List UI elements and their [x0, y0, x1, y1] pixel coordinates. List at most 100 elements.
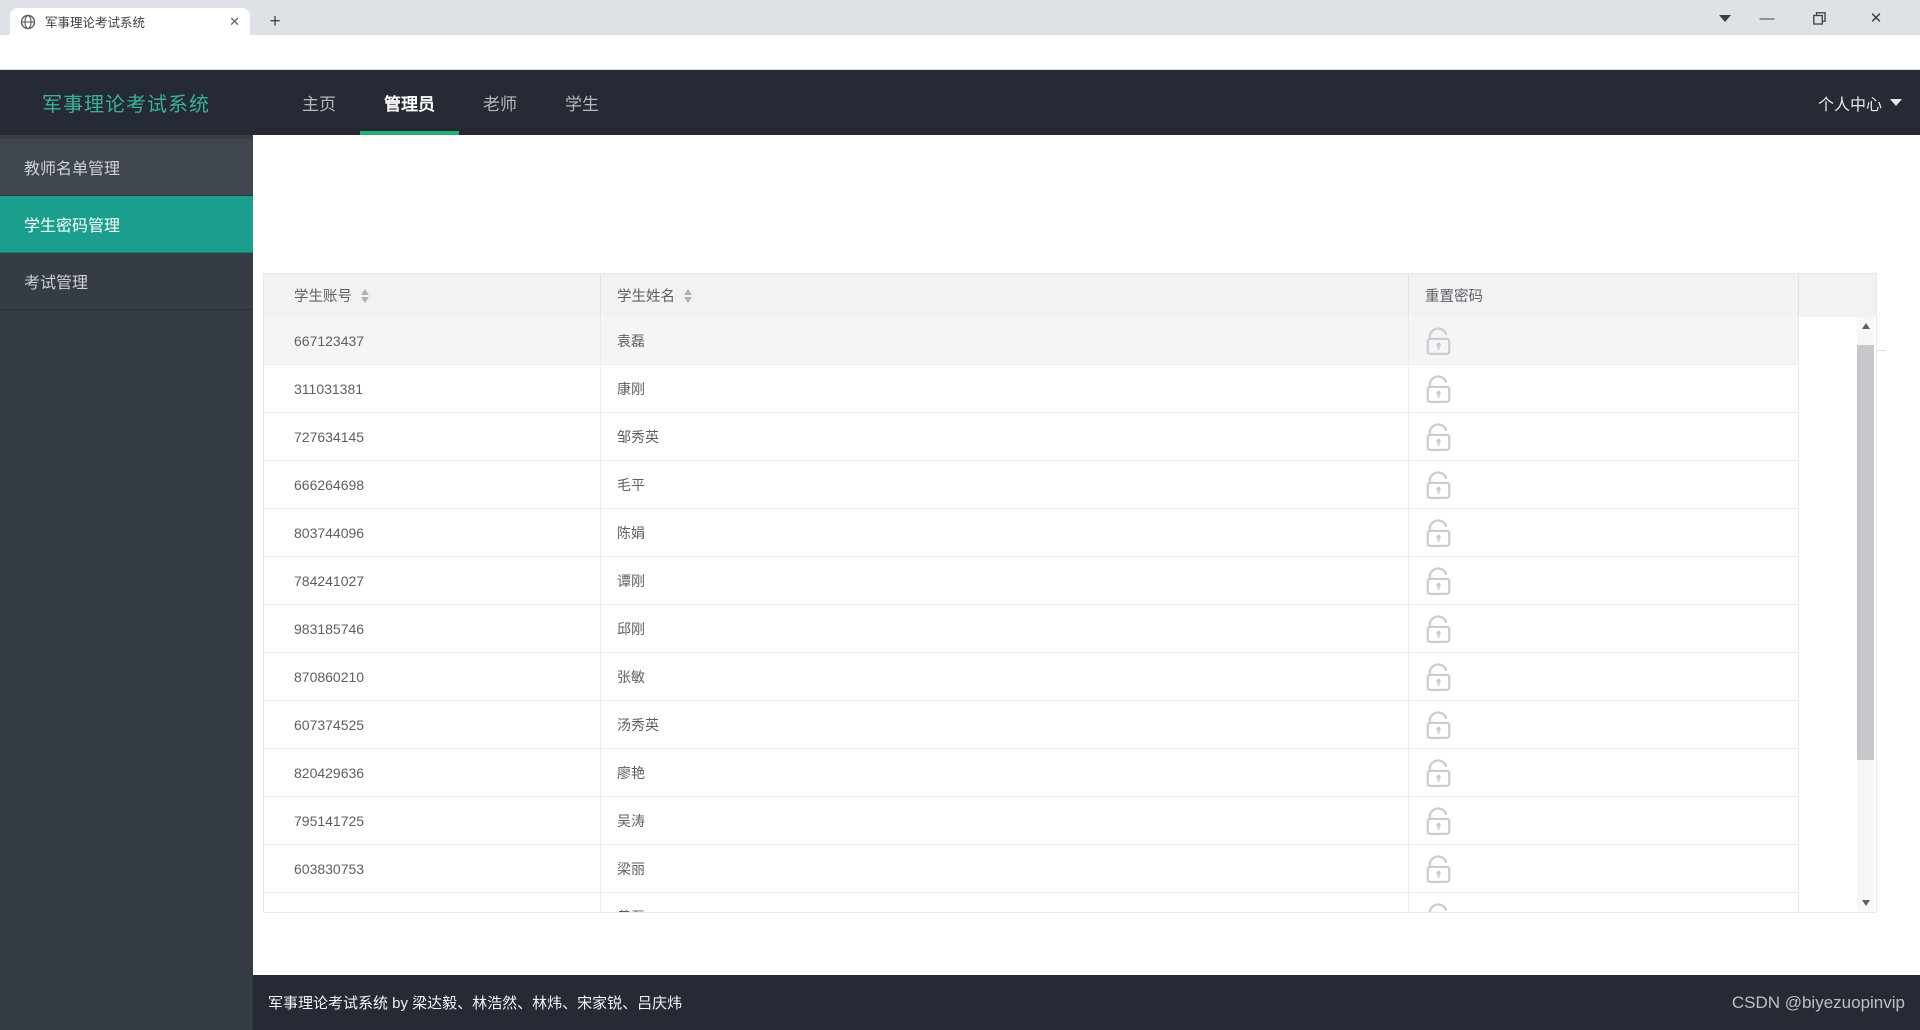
name-cell: 汤秀英: [601, 701, 1409, 748]
app-footer: 军事理论考试系统 by 梁达毅、林浩然、林炜、宋家锐、吕庆炜 CSDN @biy…: [253, 975, 1920, 1030]
nav-item-admin[interactable]: 管理员: [360, 70, 459, 135]
unlock-icon: [1426, 615, 1451, 644]
name-cell: 张敏: [601, 653, 1409, 700]
column-header-gutter: [1799, 274, 1876, 317]
sort-carets-icon[interactable]: [361, 288, 369, 303]
scrollbar-thumb[interactable]: [1857, 345, 1874, 760]
reset-password-button[interactable]: [1423, 611, 1454, 646]
account-cell: 870860210: [264, 653, 601, 700]
name-cell: 毛平: [601, 461, 1409, 508]
account-cell: 784241027: [264, 557, 601, 604]
reset-cell: [1409, 461, 1799, 508]
name-cell: 廖艳: [601, 749, 1409, 796]
table-row: 311031381 康刚: [264, 365, 1799, 413]
unlock-icon: [1426, 567, 1451, 596]
name-cell: 邹秀英: [601, 413, 1409, 460]
sidebar-item-exam-management[interactable]: 考试管理: [0, 253, 253, 310]
restore-window-icon: [1812, 11, 1826, 25]
reset-cell: [1409, 653, 1799, 700]
account-cell: [264, 893, 601, 912]
reset-password-button[interactable]: [1423, 323, 1454, 358]
table-body-rows: 667123437 袁磊 311031381 康刚 727634145 邹秀英 …: [264, 317, 1876, 912]
table-row: 727634145 邹秀英: [264, 413, 1799, 461]
account-cell: 666264698: [264, 461, 601, 508]
reset-password-button[interactable]: [1423, 899, 1454, 912]
tab-title: 军事理论考试系统: [45, 16, 146, 30]
account-cell: 607374525: [264, 701, 601, 748]
reset-password-button[interactable]: [1423, 851, 1454, 886]
table-header: 学生账号 学生姓名 重置密码: [263, 273, 1877, 317]
main-content: 学生名单 学生账号 学生姓名 重置密码 667123437 袁磊: [253, 135, 1920, 975]
vertical-scrollbar[interactable]: [1857, 317, 1874, 911]
browser-tab-strip: 军事理论考试系统 ✕ + — ✕: [0, 0, 1920, 35]
reset-password-button[interactable]: [1423, 467, 1454, 502]
globe-favicon-icon: [20, 14, 36, 29]
app-brand[interactable]: 军事理论考试系统: [42, 70, 210, 135]
admin-sidebar: 教师名单管理 学生密码管理 考试管理: [0, 135, 253, 1030]
name-cell: 陈娟: [601, 509, 1409, 556]
table-row: 黄磊: [264, 893, 1799, 912]
unlock-icon: [1426, 519, 1451, 548]
browser-tab[interactable]: 军事理论考试系统 ✕: [10, 8, 250, 35]
nav-item-teacher[interactable]: 老师: [459, 70, 541, 135]
column-header-account-label: 学生账号: [294, 289, 352, 305]
column-header-reset-password: 重置密码: [1409, 274, 1799, 317]
reset-cell: [1409, 797, 1799, 844]
tab-close-icon[interactable]: ✕: [229, 14, 240, 30]
tab-search-dropdown-icon[interactable]: [1712, 6, 1738, 30]
reset-password-button[interactable]: [1423, 563, 1454, 598]
account-cell: 803744096: [264, 509, 601, 556]
unlock-icon: [1426, 807, 1451, 836]
new-tab-button[interactable]: +: [262, 9, 288, 35]
browser-toolbar: ← → ⟳ ↶ ☆ ⓘ 127.0.0.1:5500/Web/html/admi…: [0, 35, 1920, 101]
nav-item-home[interactable]: 主页: [278, 70, 360, 135]
nav-item-student[interactable]: 学生: [541, 70, 623, 135]
app-navbar: 军事理论考试系统 主页 管理员 老师 学生 个人中心: [0, 70, 1920, 135]
reset-cell: [1409, 509, 1799, 556]
reset-password-button[interactable]: [1423, 371, 1454, 406]
unlock-icon: [1426, 327, 1451, 356]
account-cell: 667123437: [264, 317, 601, 364]
reset-cell: [1409, 413, 1799, 460]
reset-password-button[interactable]: [1423, 659, 1454, 694]
main-nav: 主页 管理员 老师 学生: [278, 70, 623, 135]
table-row: 784241027 谭刚: [264, 557, 1799, 605]
table-row: 803744096 陈娟: [264, 509, 1799, 557]
scroll-up-arrow[interactable]: [1857, 317, 1874, 334]
name-cell: 袁磊: [601, 317, 1409, 364]
column-header-name[interactable]: 学生姓名: [601, 274, 1409, 317]
minimize-button[interactable]: —: [1754, 6, 1780, 30]
scroll-down-arrow[interactable]: [1857, 894, 1874, 911]
name-cell: 梁丽: [601, 845, 1409, 892]
reset-password-button[interactable]: [1423, 419, 1454, 454]
table-row: 820429636 廖艳: [264, 749, 1799, 797]
name-cell: 黄磊: [601, 893, 1409, 912]
table-body: 667123437 袁磊 311031381 康刚 727634145 邹秀英 …: [263, 317, 1877, 913]
column-header-account[interactable]: 学生账号: [264, 274, 601, 317]
unlock-icon: [1426, 423, 1451, 452]
account-cell: 603830753: [264, 845, 601, 892]
reset-password-button[interactable]: [1423, 803, 1454, 838]
table-row: 603830753 梁丽: [264, 845, 1799, 893]
sort-carets-icon[interactable]: [684, 288, 692, 303]
close-window-button[interactable]: ✕: [1863, 6, 1889, 30]
reset-password-button[interactable]: [1423, 707, 1454, 742]
table-row: 667123437 袁磊: [264, 317, 1799, 365]
unlock-icon: [1426, 663, 1451, 692]
table-row: 983185746 邱刚: [264, 605, 1799, 653]
account-cell: 820429636: [264, 749, 601, 796]
column-header-name-label: 学生姓名: [617, 289, 675, 305]
reset-cell: [1409, 749, 1799, 796]
name-cell: 谭刚: [601, 557, 1409, 604]
reset-password-button[interactable]: [1423, 755, 1454, 790]
user-center-menu[interactable]: 个人中心: [1818, 70, 1902, 135]
unlock-icon: [1426, 375, 1451, 404]
reset-password-button[interactable]: [1423, 515, 1454, 550]
sidebar-item-teacher-list[interactable]: 教师名单管理: [0, 139, 253, 196]
restore-window-button[interactable]: [1806, 6, 1832, 30]
unlock-icon: [1426, 855, 1451, 884]
table-row: 607374525 汤秀英: [264, 701, 1799, 749]
sidebar-item-student-password[interactable]: 学生密码管理: [0, 196, 253, 253]
account-cell: 727634145: [264, 413, 601, 460]
user-center-label: 个人中心: [1817, 96, 1882, 114]
